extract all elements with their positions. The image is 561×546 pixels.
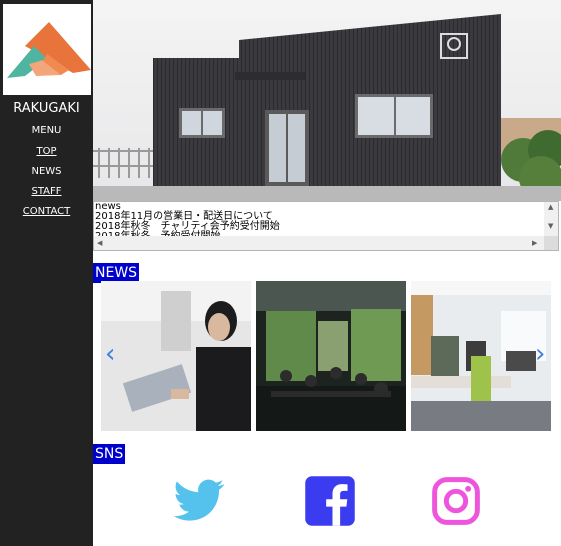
scroll-up-icon[interactable]: ▲ — [548, 204, 553, 211]
chevron-right-icon[interactable]: › — [535, 339, 545, 369]
carousel-slide[interactable] — [411, 281, 551, 431]
hero-image — [93, 0, 561, 201]
twitter-icon[interactable] — [172, 474, 226, 528]
vertical-scrollbar[interactable]: ▲ ▼ — [544, 202, 558, 236]
section-label-news: NEWS — [93, 263, 140, 283]
scroll-right-icon[interactable]: ▶ — [532, 240, 537, 247]
sidebar: RAKUGAKI MENU TOP NEWS STAFF CONTACT — [0, 0, 93, 546]
nav-link-top[interactable]: TOP — [0, 146, 93, 157]
logo[interactable] — [3, 4, 91, 95]
section-label-sns: SNS — [93, 444, 126, 464]
facebook-icon[interactable] — [303, 474, 357, 528]
chevron-left-icon[interactable]: ‹ — [105, 339, 115, 369]
nav-link-news[interactable]: NEWS — [0, 166, 93, 177]
carousel-slide[interactable] — [256, 281, 406, 431]
brand-name: RAKUGAKI — [13, 101, 80, 116]
carousel-slide[interactable] — [101, 281, 251, 431]
nav-link-staff[interactable]: STAFF — [0, 186, 93, 197]
nav-link-contact[interactable]: CONTACT — [0, 206, 93, 217]
horizontal-scrollbar[interactable]: ◀ ▶ — [94, 236, 544, 250]
scroll-down-icon[interactable]: ▼ — [548, 223, 553, 230]
scroll-left-icon[interactable]: ◀ — [97, 240, 102, 247]
logo-mark-icon — [7, 22, 91, 78]
menu-heading: MENU — [31, 125, 62, 136]
scrollbar-corner — [544, 236, 558, 250]
instagram-icon[interactable] — [429, 474, 483, 528]
news-list[interactable]: news 2018年11月の営業日・配送日について 2018年秋冬 チャリティ会… — [93, 201, 559, 251]
